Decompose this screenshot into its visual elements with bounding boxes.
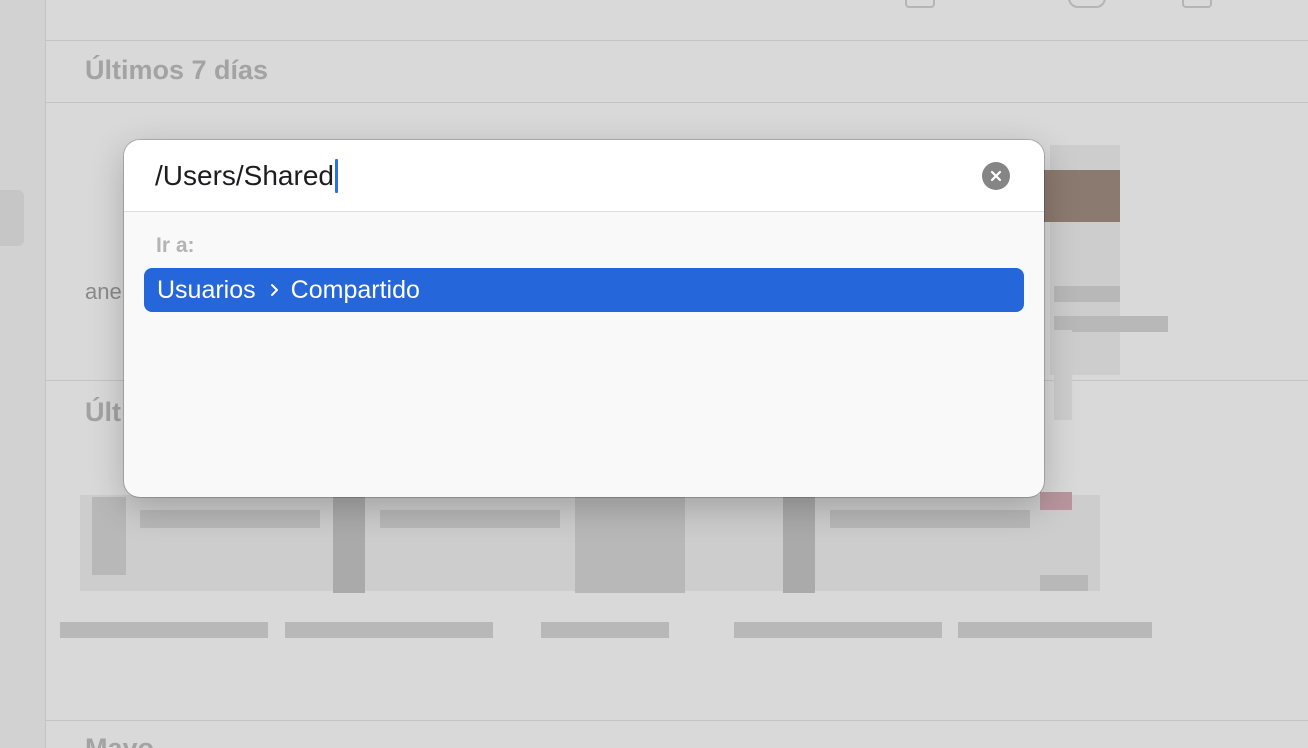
- section-divider-3: [46, 720, 1308, 721]
- more-icon: [1068, 0, 1106, 8]
- file-thumbnail-edge: [1054, 330, 1072, 420]
- file-thumbnail: [92, 497, 126, 575]
- file-name-redacted: [541, 622, 669, 638]
- suggestion-segment-usuarios: Usuarios: [157, 275, 256, 304]
- file-name-redacted: [1054, 286, 1120, 302]
- file-thumbnail: [333, 497, 365, 593]
- suggestion-row-usuarios-compartido[interactable]: Usuarios Compartido: [144, 268, 1024, 312]
- file-thumbnail-image: [1044, 170, 1120, 222]
- finder-sidebar: [0, 0, 46, 748]
- clear-x-icon: [990, 170, 1002, 182]
- chevron-right-icon: [270, 283, 279, 297]
- section-divider: [46, 102, 1308, 103]
- text-caret: [334, 159, 338, 193]
- view-toggle-icon: [905, 0, 935, 8]
- file-thumbnail: [140, 510, 320, 528]
- dialog-search-bar: /Users/Shared: [124, 140, 1044, 212]
- file-thumbnail: [1040, 575, 1088, 591]
- section-title-month: Mayo: [85, 733, 155, 748]
- file-thumbnail: [380, 510, 560, 528]
- section-title-previous: Últ: [85, 397, 121, 427]
- file-label-partial: ane: [85, 279, 122, 304]
- file-name-redacted: [60, 622, 268, 638]
- file-name-redacted: [285, 622, 493, 638]
- sidebar-selected-item: [0, 190, 24, 246]
- toolbar-divider: [46, 40, 1308, 41]
- path-input-value[interactable]: /Users/Shared: [155, 154, 334, 198]
- path-input[interactable]: /Users/Shared: [155, 154, 338, 198]
- suggestion-segment-compartido: Compartido: [290, 275, 420, 304]
- file-thumbnail: [830, 510, 1030, 528]
- file-name-redacted: [734, 622, 942, 638]
- file-thumbnail: [1040, 492, 1072, 510]
- go-to-folder-dialog: /Users/Shared Ir a: Usuarios Compartido: [124, 140, 1044, 497]
- section-title-recent: Últimos 7 días: [85, 55, 269, 85]
- file-thumbnail: [783, 497, 815, 593]
- share-icon: [1182, 0, 1212, 8]
- clear-button[interactable]: [982, 162, 1010, 190]
- file-name-redacted: [958, 622, 1152, 638]
- goto-label: Ir a:: [156, 234, 195, 257]
- file-thumbnail: [575, 497, 685, 593]
